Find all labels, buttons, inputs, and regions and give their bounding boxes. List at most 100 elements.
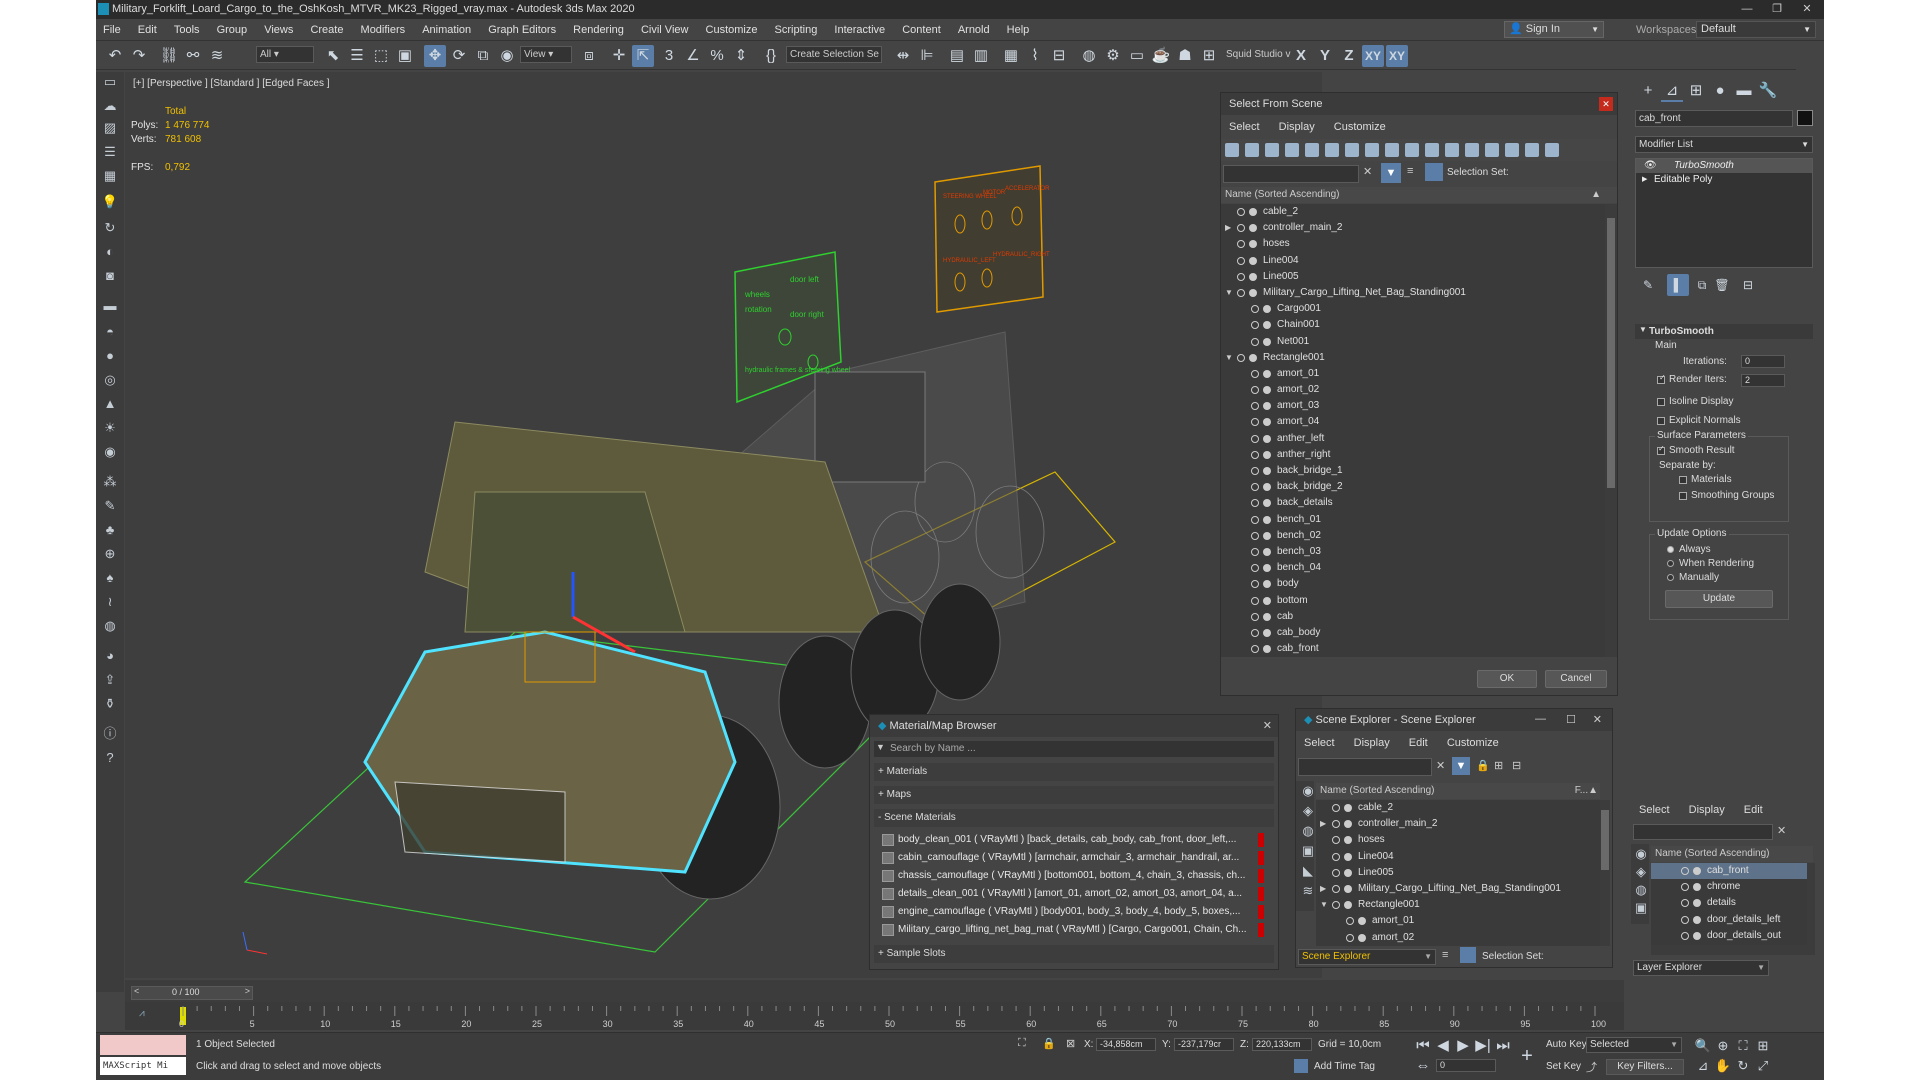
menu-tools[interactable]: Tools [167,19,207,41]
se-explorer-dropdown[interactable]: Scene Explorer ▼ [1298,949,1436,965]
material-row[interactable]: Military_cargo_lifting_net_bag_mat ( VRa… [882,923,1264,937]
filter-lights-icon[interactable] [1265,143,1279,157]
menu-modifiers[interactable]: Modifiers [354,19,413,41]
ribbon-icon[interactable]: ▦ [1000,45,1022,67]
tree-row[interactable]: ▼ Rectangle001 [1221,350,1605,366]
axis-xy-alt-button[interactable]: XY [1386,45,1408,67]
create-selection-dropdown[interactable]: Create Selection Se ▾ [786,46,882,63]
visibility-eye-icon[interactable] [1332,804,1340,812]
se-menu-select[interactable]: Select [1296,733,1343,753]
freeze-icon[interactable] [1263,321,1271,330]
ts-when-rendering-radio[interactable] [1667,560,1674,567]
tree-row[interactable]: back_bridge_1 [1221,463,1605,479]
tree-row[interactable]: anther_left [1221,431,1605,447]
hierarchy-tab-icon[interactable]: ⊞ [1685,80,1707,102]
freeze-icon[interactable] [1693,899,1701,908]
image-icon[interactable]: ▨ [100,118,120,138]
tree-row[interactable]: back_details [1221,495,1605,511]
close-icon[interactable]: ✕ [1599,97,1613,111]
selection-filter-dropdown[interactable]: All ▾ [256,46,314,63]
axis-y-button[interactable]: Y [1314,45,1336,67]
visibility-eye-icon[interactable] [1251,499,1259,508]
filter-icon[interactable]: ▼ [1381,163,1401,183]
menu-views[interactable]: Views [257,19,300,41]
tree-icon[interactable]: ♣ [100,520,120,540]
key-selection-dropdown[interactable]: Selected ▼ [1586,1037,1682,1053]
plant-icon[interactable]: ♠ [100,568,120,588]
orbit-icon[interactable]: ↻ [1732,1055,1754,1077]
visibility-eye-icon[interactable] [1251,321,1259,330]
menu-group[interactable]: Group [210,19,255,41]
sfs-scrollbar[interactable] [1605,204,1617,657]
sfs-menu-select[interactable]: Select [1221,117,1268,137]
render-icon[interactable]: ☕ [1150,45,1172,67]
visibility-eye-icon[interactable] [1681,931,1689,940]
visibility-eye-icon[interactable] [1251,564,1259,573]
section-scene-materials[interactable]: - Scene Materials [874,809,1274,827]
geometry-filter-icon[interactable]: ◉ [1298,781,1318,801]
shape-filter-icon[interactable]: ◈ [1298,801,1318,821]
object-name-field[interactable]: cab_front [1635,110,1793,127]
freeze-icon[interactable] [1263,596,1271,605]
undo-icon[interactable]: ↶ [104,45,126,67]
lightbulb-icon[interactable]: 💡 [100,192,120,212]
render-frame-icon[interactable]: ▭ [1126,45,1148,67]
sign-in-dropdown[interactable]: 👤 Sign In ▼ [1504,21,1604,38]
link-icon[interactable]: ⛓ [158,45,180,67]
freeze-icon[interactable] [1358,917,1366,926]
visibility-eye-icon[interactable] [1681,915,1689,924]
tree-row[interactable]: anther_right [1221,447,1605,463]
zoom-extents-icon[interactable]: ⛶ [1732,1035,1754,1057]
play-icon[interactable]: ▶ [1452,1035,1474,1057]
material-row[interactable]: details_clean_001 ( VRayMtl ) [amort_01,… [882,887,1264,901]
tree-row[interactable]: Line004 [1221,253,1605,269]
se-column-header[interactable]: Name (Sorted Ascending) F...▲ [1316,783,1600,799]
select-manipulate-icon[interactable]: ✛ [608,45,630,67]
freeze-icon[interactable] [1693,915,1701,924]
se-scrollbar[interactable] [1600,800,1610,946]
schematic-view-icon[interactable]: ⊟ [1048,45,1070,67]
clear-search-icon[interactable]: ✕ [1777,824,1786,837]
orb-icon[interactable]: ◉ [100,442,120,462]
invert-display-icon[interactable] [1505,143,1519,157]
cone-icon[interactable]: ▲ [100,394,120,414]
visibility-eye-icon[interactable] [1251,645,1259,654]
sphere-blue-icon[interactable]: ◕ [100,646,120,666]
visibility-eye-icon[interactable] [1332,820,1340,829]
maxscript-input[interactable]: MAXScript Mi [100,1057,186,1075]
edit-named-sel-icon[interactable]: {} [760,45,782,67]
menu-arnold[interactable]: Arnold [951,19,997,41]
filter-groups-icon[interactable] [1345,143,1359,157]
scale-icon[interactable]: ⧉ [472,45,494,67]
filter-icon[interactable]: ▼ [1452,757,1470,775]
freeze-icon[interactable] [1263,386,1271,395]
tree-row[interactable]: cable_2 [1316,800,1600,816]
maximize-viewport-icon[interactable]: ⤢ [1752,1055,1774,1077]
le-scrollbar[interactable] [1807,863,1815,945]
visibility-eye-icon[interactable] [1251,305,1259,314]
show-end-result-icon[interactable]: ▌ [1667,274,1689,296]
eye-icon[interactable]: 👁 [1644,159,1657,173]
utilities-tab-icon[interactable]: 🔧 [1757,80,1779,102]
display-none-icon[interactable] [1485,143,1499,157]
freeze-icon[interactable] [1263,369,1271,378]
axis-xy-button[interactable]: XY [1362,45,1384,67]
tree-row[interactable]: Line005 [1316,865,1600,881]
filter-shapes-icon[interactable] [1245,143,1259,157]
material-editor-icon[interactable]: ◍ [1078,45,1100,67]
globe-icon[interactable]: ⊕ [100,544,120,564]
tree-row[interactable]: ▶ controller_main_2 [1316,816,1600,832]
section-sample-slots[interactable]: + Sample Slots [874,945,1274,963]
tree-row[interactable]: ▼ Rectangle001 [1316,897,1600,913]
menu-file[interactable]: File [96,19,128,41]
disc-icon[interactable]: ◎ [100,370,120,390]
sfs-scroll-thumb[interactable] [1607,218,1615,488]
ts-iterations-spinner[interactable]: 0 [1741,355,1785,368]
spinner-snap-icon[interactable]: ⇕ [730,45,752,67]
hierarchy-icon[interactable]: ⊞ [1494,759,1503,772]
sphere-icon[interactable]: ● [100,346,120,366]
freeze-icon[interactable] [1344,820,1352,829]
maxscript-listener[interactable] [100,1035,186,1055]
material-row[interactable]: engine_camouflage ( VRayMtl ) [body001, … [882,905,1264,919]
freeze-icon[interactable] [1249,256,1257,265]
